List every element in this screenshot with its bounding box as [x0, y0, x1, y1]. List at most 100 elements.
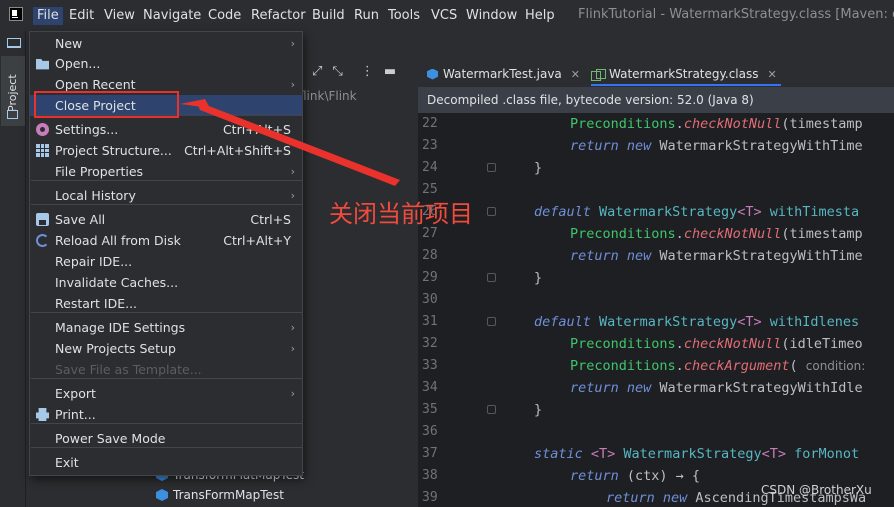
expand-icon[interactable]: ⤢ — [312, 64, 322, 79]
code-token: Preconditions — [570, 226, 676, 242]
menu-refactor[interactable]: Refactor — [251, 7, 306, 25]
menu-item-label: Restart IDE... — [55, 296, 138, 311]
menu-item-new-projects-setup[interactable]: New Projects Setup › — [30, 338, 302, 359]
code-token: new — [626, 380, 660, 396]
code-token: (timestamp — [781, 226, 863, 242]
code-token: new — [626, 138, 660, 154]
line-number: 22 — [422, 116, 438, 131]
code-line: 23 return new WatermarkStrategyWithTime — [418, 135, 894, 157]
menu-bar: File Edit View Navigate Code Refactor Bu… — [0, 0, 894, 31]
menu-view[interactable]: View — [104, 7, 135, 25]
code-text: return new WatermarkStrategyWithTime — [570, 245, 863, 267]
collapse-icon[interactable]: ⤡ — [332, 64, 342, 79]
menu-code[interactable]: Code — [208, 7, 241, 25]
gear-icon — [36, 123, 49, 136]
code-text: Preconditions.checkNotNull(timestamp — [570, 223, 863, 245]
close-icon[interactable]: ✕ — [768, 68, 777, 81]
menu-item-label: Manage IDE Settings — [55, 320, 186, 335]
menu-item-save-all[interactable]: Save All Ctrl+S — [30, 209, 302, 230]
close-icon[interactable]: ✕ — [571, 68, 580, 81]
project-tab-label: Project — [6, 74, 19, 112]
code-token: WatermarkStrategy — [623, 446, 762, 462]
line-number: 36 — [422, 424, 438, 439]
menu-item-project-structure[interactable]: Project Structure... Ctrl+Alt+Shift+S — [30, 140, 302, 161]
code-token: condition: — [805, 359, 870, 373]
submenu-arrow-icon: › — [290, 387, 295, 400]
menu-tools[interactable]: Tools — [388, 7, 420, 25]
code-text: Preconditions.checkNotNull(idleTimeo — [570, 333, 863, 355]
code-token: <T> — [737, 204, 762, 220]
line-number: 24 — [422, 160, 438, 175]
menu-item-exit[interactable]: Exit — [30, 452, 302, 473]
menu-item-repair-ide[interactable]: Repair IDE... — [30, 251, 302, 272]
menu-item-reload-all-from-disk[interactable]: Reload All from Disk Ctrl+Alt+Y — [30, 230, 302, 251]
menu-run[interactable]: Run — [354, 7, 379, 25]
submenu-arrow-icon: › — [290, 165, 295, 178]
monitor-icon[interactable] — [7, 38, 21, 48]
fold-marker-icon[interactable] — [487, 317, 496, 326]
menu-item-shortcut: Ctrl+Alt+Shift+S — [184, 143, 291, 158]
close-project-highlight — [34, 91, 179, 118]
code-token: return — [570, 380, 627, 396]
line-number: 35 — [422, 402, 438, 417]
menu-item-local-history[interactable]: Local History › — [30, 185, 302, 206]
hide-panel-icon[interactable]: ▬ — [384, 64, 396, 79]
menu-help[interactable]: Help — [525, 7, 555, 25]
tab-watermark-strategy[interactable]: WatermarkStrategy.class ✕ — [591, 62, 781, 86]
line-number: 30 — [422, 292, 438, 307]
menu-item-label: Exit — [55, 455, 79, 470]
menu-item-restart-ide[interactable]: Restart IDE... — [30, 293, 302, 314]
print-icon — [36, 408, 49, 421]
menu-item-manage-ide-settings[interactable]: Manage IDE Settings › — [30, 317, 302, 338]
menu-build[interactable]: Build — [312, 7, 345, 25]
menu-navigate[interactable]: Navigate — [143, 7, 201, 25]
code-text: static <T> WatermarkStrategy<T> forMonot — [534, 443, 859, 465]
menu-item-export[interactable]: Export › — [30, 383, 302, 404]
code-token: } — [534, 270, 543, 286]
code-token: checkArgument — [683, 358, 790, 374]
project-folder-icon — [7, 110, 18, 119]
code-token: WatermarkStrategy — [599, 204, 738, 220]
decompiled-banner: Decompiled .class file, bytecode version… — [418, 87, 894, 113]
code-line: 26 default WatermarkStrategy<T> withTimes… — [418, 201, 894, 223]
code-token: checkNotNull — [683, 116, 782, 132]
menu-window[interactable]: Window — [466, 7, 517, 25]
code-line: 27 Preconditions.checkNotNull(timestamp — [418, 223, 894, 245]
menu-item-power-save-mode[interactable]: Power Save Mode — [30, 428, 302, 449]
menu-vcs[interactable]: VCS — [431, 7, 457, 25]
menu-item-settings[interactable]: Settings... Ctrl+Alt+S — [30, 119, 302, 140]
menu-file[interactable]: File — [33, 7, 63, 25]
menu-separator — [31, 204, 302, 205]
fold-marker-icon[interactable] — [487, 273, 496, 282]
grid-icon — [36, 144, 49, 157]
code-editor[interactable]: 22 Preconditions.checkNotNull(timestamp 23… — [418, 113, 894, 507]
code-text: return (ctx) → { — [570, 465, 700, 487]
tree-item-transform-map-test[interactable]: TransFormMapTest — [156, 488, 284, 502]
menu-item-open[interactable]: Open... — [30, 53, 302, 74]
fold-marker-icon[interactable] — [487, 405, 496, 414]
code-token: } — [534, 160, 543, 176]
tab-watermark-test[interactable]: WatermarkTest.java ✕ — [427, 62, 580, 86]
code-token: checkNotNull — [683, 226, 782, 242]
tab-label: WatermarkStrategy.class — [609, 67, 759, 81]
code-token: checkNotNull — [683, 336, 782, 352]
code-line: 25 — [418, 179, 894, 201]
line-number: 28 — [422, 248, 438, 263]
menu-item-label: New — [55, 36, 83, 51]
line-number: 34 — [422, 380, 438, 395]
fold-marker-icon[interactable] — [487, 207, 496, 216]
code-line: 32 Preconditions.checkNotNull(idleTimeo — [418, 333, 894, 355]
menu-item-invalidate-caches[interactable]: Invalidate Caches... — [30, 272, 302, 293]
code-line: 30 — [418, 289, 894, 311]
editor-tab-bar: WatermarkTest.java ✕ WatermarkStrategy.c… — [418, 62, 894, 86]
menu-edit[interactable]: Edit — [69, 7, 94, 25]
project-path: flink\Flink — [299, 89, 357, 103]
menu-item-new[interactable]: New › — [30, 33, 302, 54]
menu-item-file-properties[interactable]: File Properties › — [30, 161, 302, 182]
more-options-icon[interactable]: ⋮ — [361, 64, 374, 79]
menu-item-print[interactable]: Print... — [30, 404, 302, 425]
code-token: (idleTimeo — [781, 336, 863, 352]
line-number: 29 — [422, 270, 438, 285]
fold-marker-icon[interactable] — [487, 163, 496, 172]
code-token: forMonot — [785, 446, 860, 462]
